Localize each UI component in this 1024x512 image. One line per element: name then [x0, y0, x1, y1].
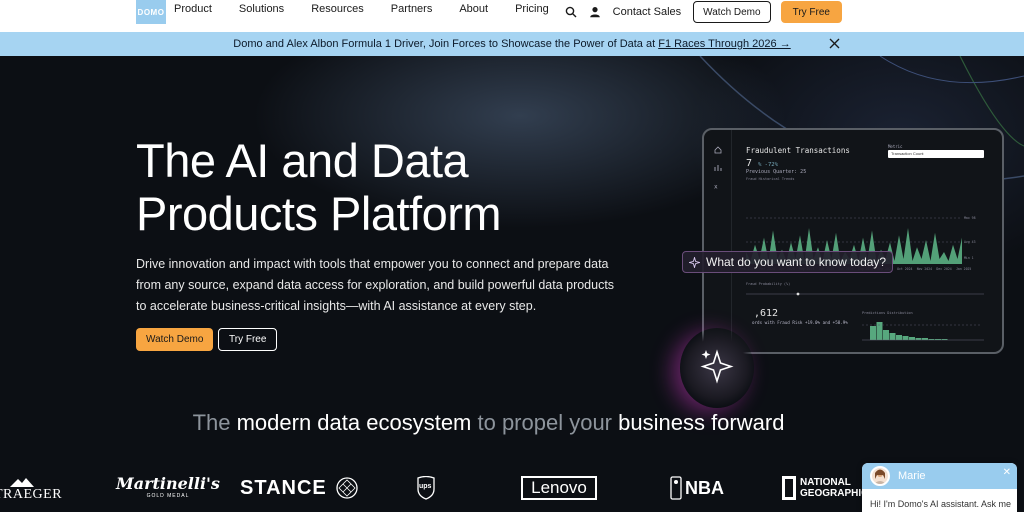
avatar [870, 466, 890, 486]
chart-x-tick: Jan 2025 [956, 267, 971, 271]
tagline-highlight: modern data ecosystem [236, 410, 472, 435]
chart-y-tick: Min 1 [964, 256, 974, 260]
histogram-bar [915, 338, 922, 340]
dashboard-tablet: x Fraudulent Transactions 7 % -72% Previ… [702, 128, 1004, 354]
close-icon[interactable] [828, 37, 841, 50]
nav-link-solutions[interactable]: Solutions [239, 3, 284, 15]
tagline-highlight: business forward [618, 410, 785, 435]
watch-demo-button[interactable]: Watch Demo [693, 1, 771, 23]
chat-agent-name: Marie [898, 470, 926, 482]
ai-assistant-orb[interactable] [680, 328, 754, 408]
nav-link-about[interactable]: About [459, 3, 488, 15]
histogram-bar [896, 335, 902, 340]
nav-actions: Contact Sales Watch Demo Try Free [563, 0, 1024, 24]
probability-caption: ords with Fraud Risk +19.0% and +58.9% [752, 320, 848, 325]
chart-x-tick: Oct 2024 [897, 267, 912, 271]
close-icon[interactable]: ✕ [1003, 467, 1011, 478]
search-icon[interactable] [563, 4, 579, 20]
try-free-button[interactable]: Try Free [780, 1, 842, 23]
domo-logo[interactable]: DOMO [136, 0, 166, 24]
hero-section: The AI and Data Products Platform Drive … [0, 56, 1024, 512]
announcement-banner: Domo and Alex Albon Formula 1 Driver, Jo… [0, 32, 1024, 56]
sparkle-icon [689, 256, 700, 268]
probability-handle [796, 292, 800, 296]
banner-link[interactable]: F1 Races Through 2026 → [658, 38, 790, 50]
martinellis-logo: Martinelli's GOLD MEDAL [116, 474, 220, 499]
chat-message: Hi! I'm Domo's AI assistant. Ask me [870, 499, 1011, 509]
histogram-bar [922, 338, 928, 340]
nba-logo: NBA [670, 476, 724, 500]
distribution-label: Predictions Distribution [862, 311, 913, 315]
tagline-part: to propel your [471, 410, 619, 435]
chart-y-tick: Avg 43 [964, 240, 976, 244]
national-geographic-logo: NATIONAL GEOGRAPHIC [782, 476, 870, 500]
hero-watch-demo-button[interactable]: Watch Demo [136, 328, 214, 351]
nav-link-product[interactable]: Product [174, 3, 212, 15]
histogram-bar [870, 326, 876, 340]
nav-link-pricing[interactable]: Pricing [515, 3, 549, 15]
ai-query-pill[interactable]: What do you want to know today? [682, 251, 894, 273]
banner-text: Domo and Alex Albon Formula 1 Driver, Jo… [233, 38, 791, 50]
nav-links: Product Solutions Resources Partners Abo… [174, 3, 576, 15]
probability-label: Fraud Probability (%) [746, 282, 791, 286]
chart-x-tick: Dec 2024 [936, 267, 951, 271]
hero-subtitle: Drive innovation and impact with tools t… [136, 257, 615, 313]
nav-link-resources[interactable]: Resources [311, 3, 364, 15]
chart-x-tick: Nov 2024 [917, 267, 932, 271]
probability-value: ,612 [754, 308, 779, 319]
nav-link-partners[interactable]: Partners [391, 3, 433, 15]
histogram-bar [902, 336, 909, 340]
histogram-bar [889, 333, 896, 340]
sparkle-icon [700, 349, 734, 384]
contact-sales-link[interactable]: Contact Sales [613, 6, 681, 18]
section-tagline: The modern data ecosystem to propel your… [0, 410, 977, 436]
stance-logo: STANCE [240, 476, 359, 500]
user-icon[interactable] [587, 4, 603, 20]
chart-y-tick: Max 98 [964, 216, 976, 220]
lenovo-logo: Lenovo [521, 476, 597, 500]
traeger-logo: TRAEGER [0, 478, 62, 503]
tagline-part: The [192, 410, 237, 435]
histogram-bar [883, 330, 889, 340]
ups-logo: ups [416, 476, 436, 500]
top-navigation: DOMO Product Solutions Resources Partner… [0, 0, 1024, 32]
hero-try-free-button[interactable]: Try Free [218, 328, 278, 351]
histogram-bar [909, 337, 915, 340]
chat-header: Marie ✕ [862, 463, 1017, 489]
ai-query-text: What do you want to know today? [706, 255, 887, 269]
histogram-bar [876, 322, 883, 340]
hero-title: The AI and Data Products Platform [136, 134, 502, 240]
fraud-trend-chart: Feb 2024Mar 2024Apr 2024May 2024Jun 2024… [740, 216, 984, 341]
chat-widget[interactable]: Marie ✕ Hi! I'm Domo's AI assistant. Ask… [862, 463, 1017, 512]
